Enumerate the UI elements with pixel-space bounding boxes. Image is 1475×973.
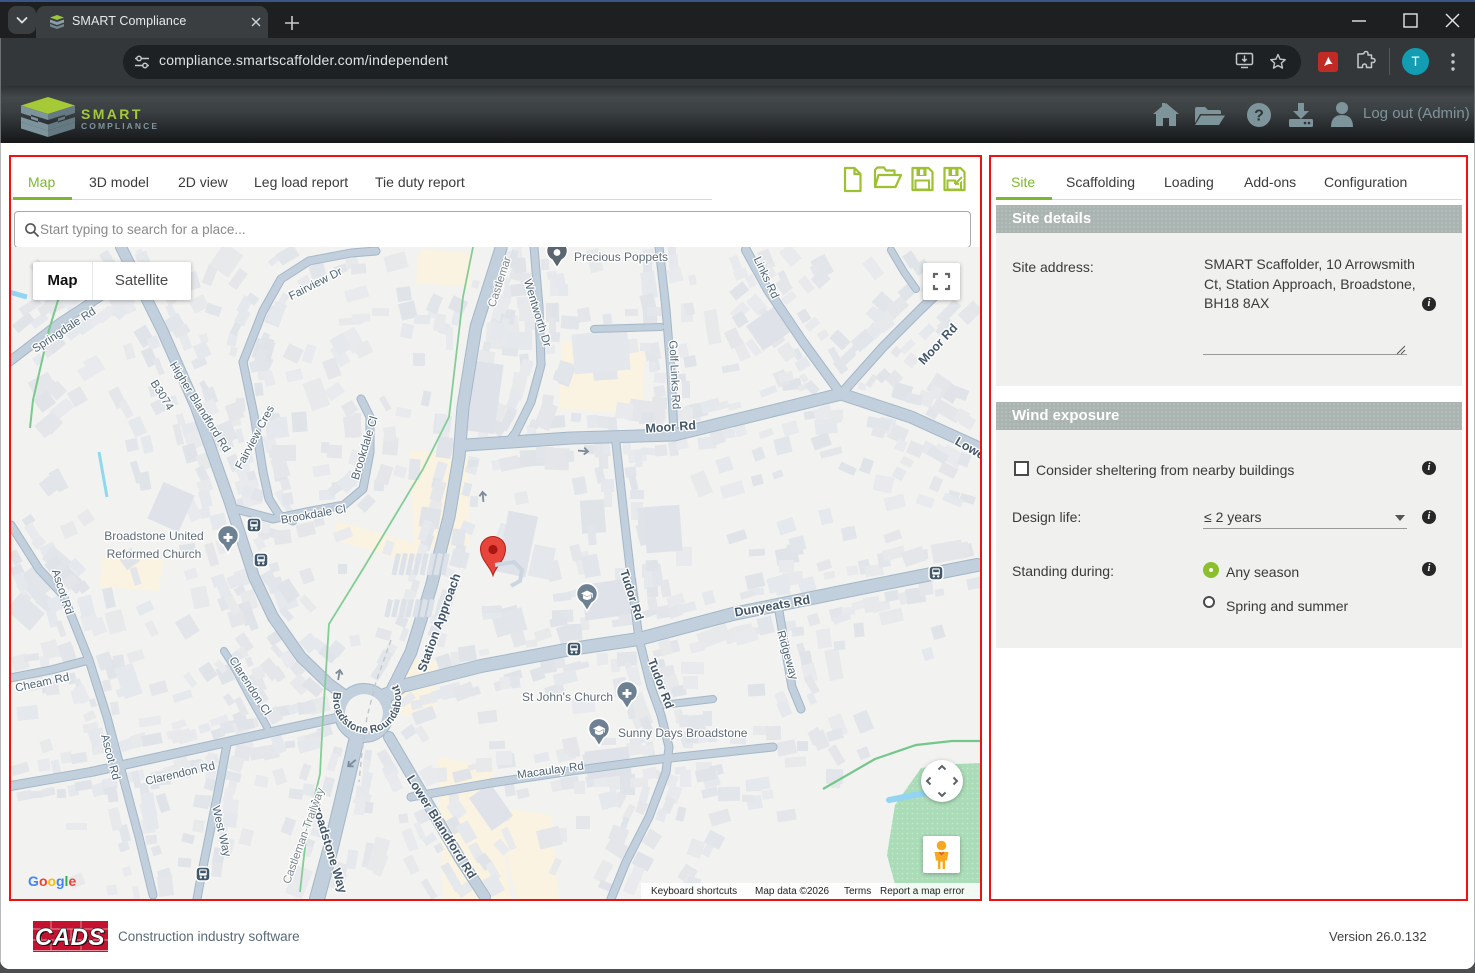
svg-text:e: e <box>69 873 77 889</box>
svg-text:o: o <box>39 873 48 889</box>
svg-text:CADS: CADS <box>35 924 105 951</box>
svg-text:St John's Church: St John's Church <box>522 690 613 704</box>
svg-text:g: g <box>56 873 65 889</box>
svg-text:Precious Poppets: Precious Poppets <box>574 250 668 264</box>
svg-text:G: G <box>28 873 39 889</box>
svg-text:Broadstone United: Broadstone United <box>104 529 203 543</box>
svg-text:o: o <box>48 873 57 889</box>
svg-text:Reformed Church: Reformed Church <box>107 547 202 561</box>
svg-text:?: ? <box>1254 108 1264 125</box>
svg-text:Sunny Days Broadstone: Sunny Days Broadstone <box>618 726 748 740</box>
